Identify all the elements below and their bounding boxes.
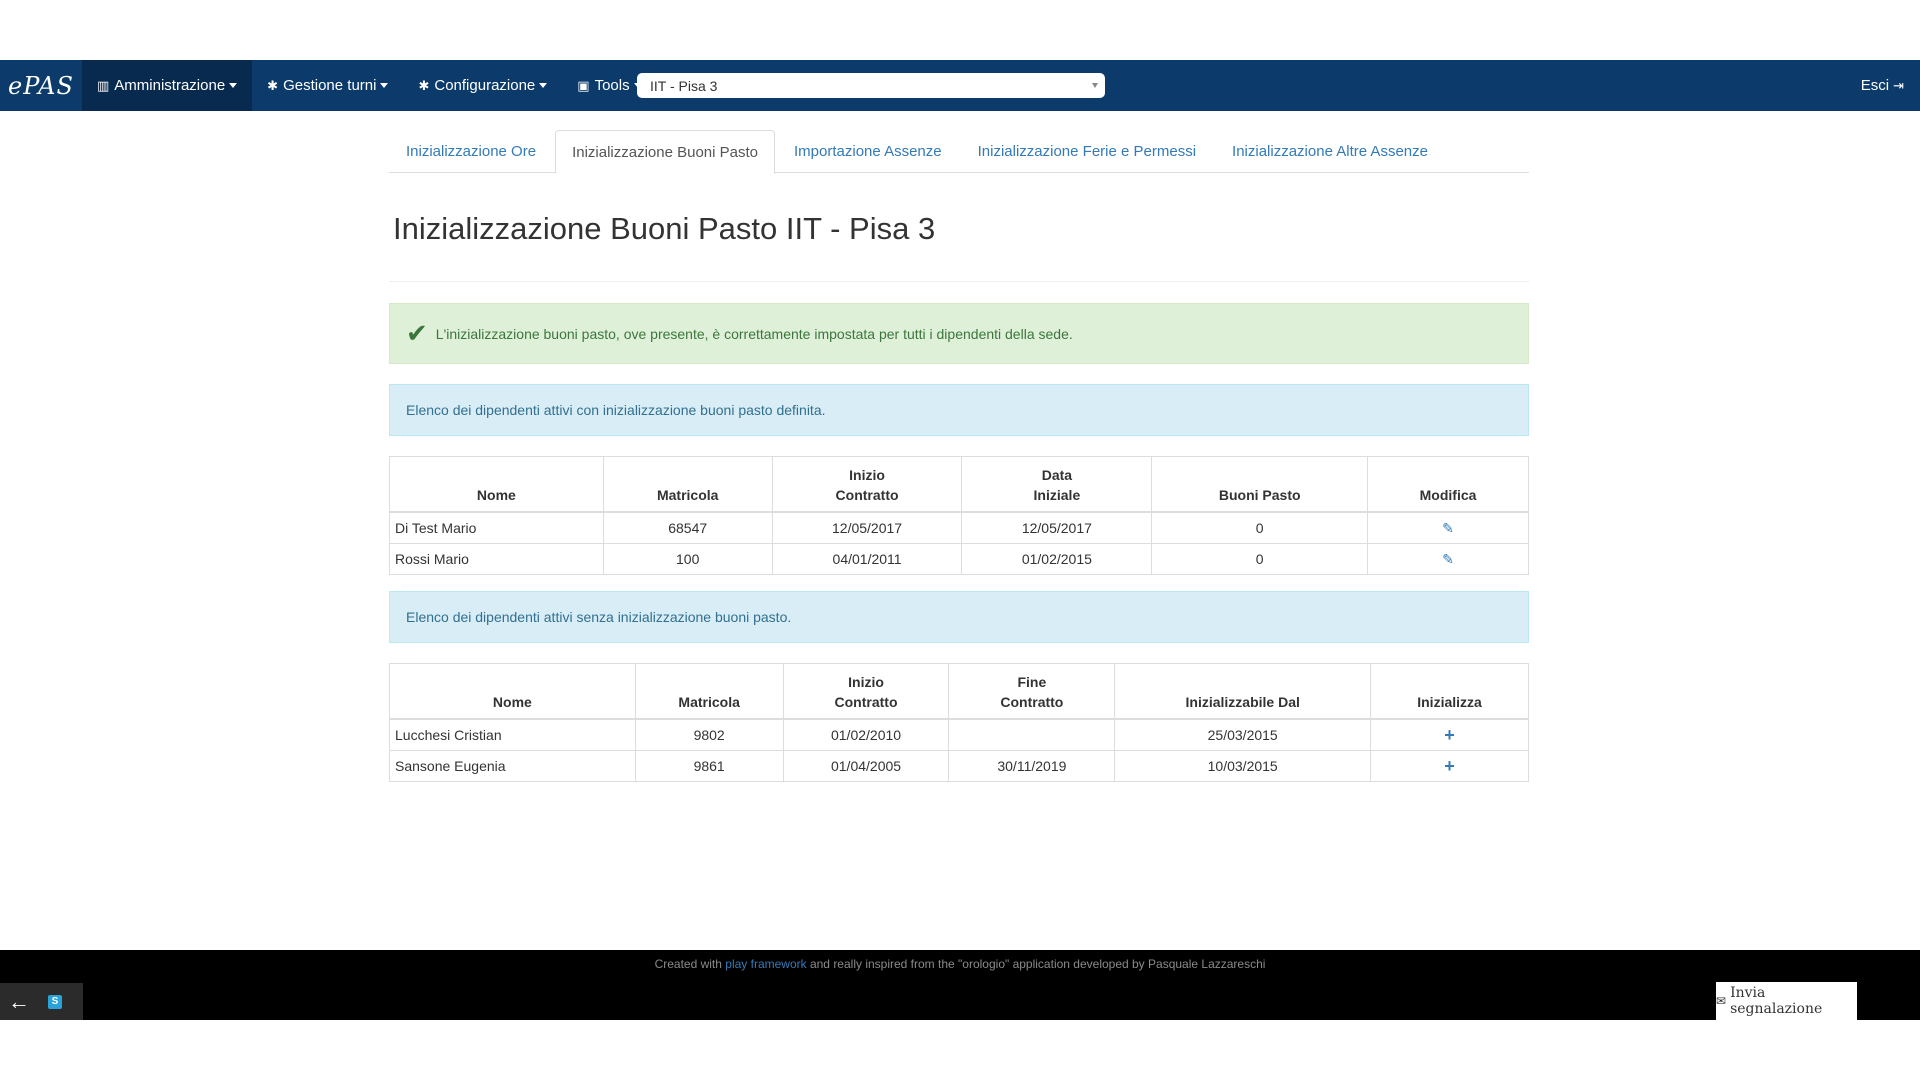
column-header-nome: Nome <box>389 456 604 513</box>
cell-nome: Sansone Eugenia <box>389 750 636 782</box>
cell-nome: Rossi Mario <box>389 543 604 575</box>
column-header-nome: Nome <box>389 663 636 720</box>
caret-down-icon <box>539 83 548 88</box>
report-button[interactable]: ✉ Invia segnalazione <box>1716 982 1857 1020</box>
cell-buoni-pasto: 0 <box>1151 543 1369 575</box>
table-with-init: Nome Matricola Inizio Contratto Data Ini… <box>389 456 1529 575</box>
menu-configurazione[interactable]: ✱ Configurazione <box>403 60 562 111</box>
logout-link[interactable]: Esci ⇥ <box>1861 60 1904 111</box>
cell-data-iniziale: 01/02/2015 <box>961 543 1153 575</box>
title-divider <box>389 281 1529 282</box>
footer-prefix: Created with <box>654 957 726 971</box>
tab-inizializzazione-ferie-permessi[interactable]: Inizializzazione Ferie e Permessi <box>961 130 1213 172</box>
office-select[interactable]: IIT - Pisa 3 <box>637 73 1105 98</box>
page-title: Inizializzazione Buoni Pasto IIT - Pisa … <box>393 211 936 246</box>
logout-label: Esci <box>1860 77 1890 94</box>
column-header-buoni-pasto: Buoni Pasto <box>1151 456 1369 513</box>
cell-nome: Di Test Mario <box>389 511 604 544</box>
back-widget: ← S <box>0 983 83 1020</box>
cell-inizio-contratto: 04/01/2011 <box>771 543 963 575</box>
cell-modifica: ✎ <box>1367 543 1529 575</box>
footer-credits: Created with play framework and really i… <box>0 957 1920 971</box>
cell-matricola: 9861 <box>634 750 784 782</box>
cell-matricola: 68547 <box>602 511 773 544</box>
check-icon: ✔ <box>406 318 428 348</box>
tab-inizializzazione-ore[interactable]: Inizializzazione Ore <box>389 130 553 172</box>
table-without-init: Nome Matricola Inizio Contratto Fine Con… <box>389 663 1529 782</box>
table-row: Rossi Mario 100 04/01/2011 01/02/2015 0 … <box>389 543 1529 575</box>
cell-buoni-pasto: 0 <box>1151 511 1369 544</box>
edit-icon[interactable]: ✎ <box>1442 520 1454 536</box>
comment-icon: ✉ <box>1716 994 1727 1008</box>
s-badge-icon[interactable]: S <box>48 994 62 1009</box>
cell-inizio-contratto: 01/02/2010 <box>782 718 950 751</box>
footer-suffix: and really inspired from the "orologio" … <box>806 957 1266 971</box>
report-button-label: Invia segnalazione <box>1730 985 1823 1017</box>
cell-inizializza: + <box>1370 750 1529 782</box>
menu-gestione-turni[interactable]: ✱ Gestione turni <box>252 60 403 111</box>
column-header-inizializzabile-dal: Inizializzabile Dal <box>1114 663 1372 720</box>
sign-out-icon: ⇥ <box>1893 77 1904 93</box>
info-alert-without-init: Elenco dei dipendenti attivi senza inizi… <box>389 591 1529 643</box>
column-header-inizializza: Inizializza <box>1370 663 1529 720</box>
cell-inizializzabile-dal: 10/03/2015 <box>1114 750 1372 782</box>
gear-icon: ✱ <box>267 77 279 93</box>
edit-icon[interactable]: ✎ <box>1442 551 1454 567</box>
cell-modifica: ✎ <box>1367 511 1529 544</box>
table-row: Di Test Mario 68547 12/05/2017 12/05/201… <box>389 511 1529 544</box>
column-header-inizio-contratto: Inizio Contratto <box>782 663 950 720</box>
office-select-value: IIT - Pisa 3 <box>650 77 718 94</box>
gear-icon: ✱ <box>418 77 430 93</box>
brand-logo[interactable]: ePAS <box>0 60 82 111</box>
cell-inizializzabile-dal: 25/03/2015 <box>1114 718 1372 751</box>
table-row: Sansone Eugenia 9861 01/04/2005 30/11/20… <box>389 750 1529 782</box>
cell-fine-contratto <box>948 718 1116 751</box>
caret-down-icon <box>229 83 238 88</box>
cell-matricola: 100 <box>602 543 773 575</box>
table-row: Lucchesi Cristian 9802 01/02/2010 25/03/… <box>389 718 1529 751</box>
info-alert-with-init: Elenco dei dipendenti attivi con inizial… <box>389 384 1529 436</box>
back-arrow-icon[interactable]: ← <box>8 989 30 1015</box>
dropdown-arrow-icon <box>1092 83 1098 88</box>
init-tabs: Inizializzazione Ore Inizializzazione Bu… <box>389 130 1529 174</box>
tab-importazione-assenze[interactable]: Importazione Assenze <box>777 130 959 172</box>
cell-inizializza: + <box>1370 718 1529 751</box>
info-alert-text: Elenco dei dipendenti attivi senza inizi… <box>406 609 792 625</box>
toolbox-icon: ▣ <box>577 77 590 93</box>
tab-inizializzazione-buoni-pasto[interactable]: Inizializzazione Buoni Pasto <box>555 130 776 174</box>
menu-amministrazione[interactable]: ▥ Amministrazione <box>82 60 253 111</box>
menu-label: Amministrazione <box>114 77 226 94</box>
column-header-fine-contratto: Fine Contratto <box>948 663 1116 720</box>
cell-nome: Lucchesi Cristian <box>389 718 636 751</box>
cell-fine-contratto: 30/11/2019 <box>948 750 1116 782</box>
plus-icon[interactable]: + <box>1444 756 1455 776</box>
menu-label: Gestione turni <box>283 77 377 94</box>
footer: Created with play framework and really i… <box>0 950 1920 1020</box>
bar-chart-icon: ▥ <box>97 77 110 93</box>
cell-matricola: 9802 <box>634 718 784 751</box>
success-alert-text: L'inizializzazione buoni pasto, ove pres… <box>435 325 1073 342</box>
success-alert: ✔ L'inizializzazione buoni pasto, ove pr… <box>389 303 1529 364</box>
plus-icon[interactable]: + <box>1444 725 1455 745</box>
menu-label: Configurazione <box>434 77 536 94</box>
cell-inizio-contratto: 12/05/2017 <box>771 511 963 544</box>
column-header-modifica: Modifica <box>1367 456 1529 513</box>
play-framework-link[interactable]: play framework <box>725 957 806 971</box>
cell-inizio-contratto: 01/04/2005 <box>782 750 950 782</box>
column-header-matricola: Matricola <box>634 663 784 720</box>
menu-label: Tools <box>594 77 630 94</box>
cell-data-iniziale: 12/05/2017 <box>961 511 1153 544</box>
info-alert-text: Elenco dei dipendenti attivi con inizial… <box>406 402 826 418</box>
column-header-data-iniziale: Data Iniziale <box>961 456 1153 513</box>
tab-inizializzazione-altre-assenze[interactable]: Inizializzazione Altre Assenze <box>1215 130 1445 172</box>
caret-down-icon <box>380 83 389 88</box>
column-header-inizio-contratto: Inizio Contratto <box>771 456 963 513</box>
column-header-matricola: Matricola <box>602 456 773 513</box>
